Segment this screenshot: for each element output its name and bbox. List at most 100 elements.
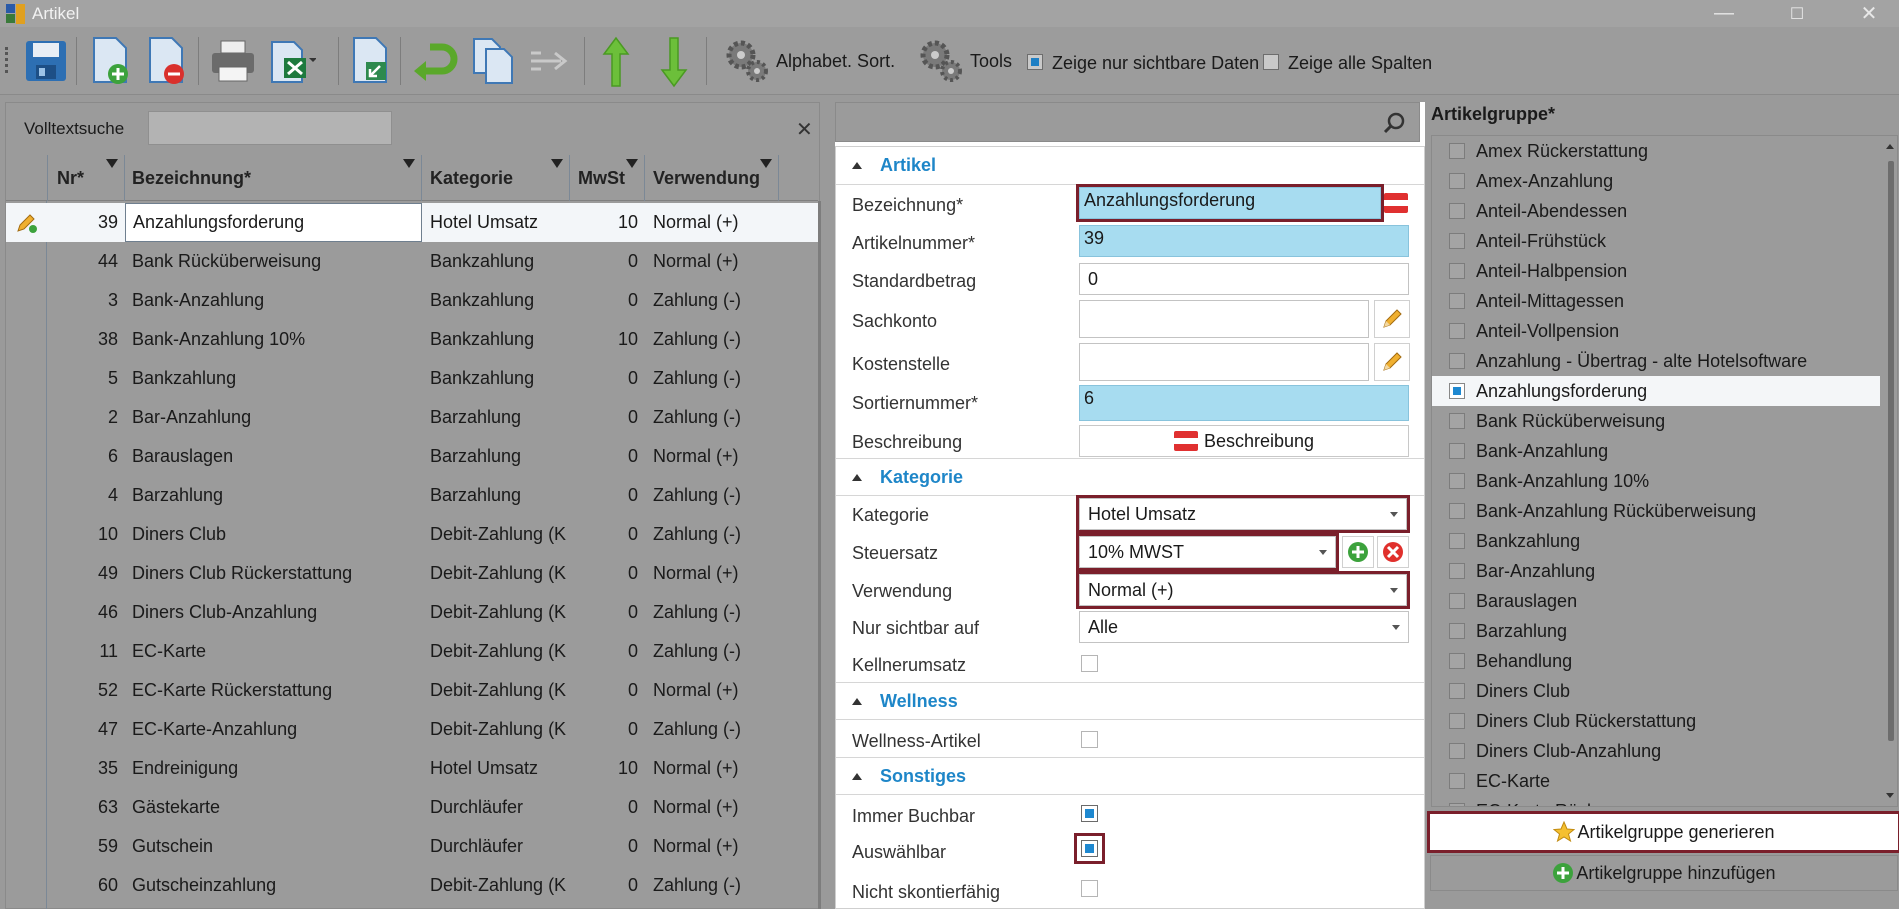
copy-icon[interactable]: [468, 35, 518, 87]
auswaehlbar-checkbox[interactable]: [1074, 833, 1105, 864]
table-row[interactable]: 52 EC-Karte Rückerstattung Debit-Zahlung (…: [6, 671, 818, 710]
close-search-icon[interactable]: ✕: [796, 117, 813, 142]
cell-verwendung[interactable]: Zahlung (-): [653, 515, 783, 554]
list-item[interactable]: Bank-Anzahlung: [1432, 436, 1880, 466]
cell-mwst[interactable]: 0: [570, 476, 638, 515]
column-header-verwendung[interactable]: Verwendung: [645, 155, 779, 201]
table-row[interactable]: 63 Gästekarte Durchläufer 0 Normal (+): [6, 788, 818, 827]
cell-kategorie[interactable]: Durchläufer: [430, 788, 568, 827]
list-item[interactable]: Amex Rückerstattung: [1432, 136, 1880, 166]
cell-nr[interactable]: 59: [48, 827, 118, 866]
cell-mwst[interactable]: 10: [570, 203, 638, 242]
list-item[interactable]: Bar-Anzahlung: [1432, 556, 1880, 586]
list-item[interactable]: Bank-Anzahlung 10%: [1432, 466, 1880, 496]
cell-nr[interactable]: 49: [48, 554, 118, 593]
sachkonto-field[interactable]: [1079, 300, 1369, 338]
alphabet-sort-label[interactable]: Alphabet. Sort.: [776, 51, 895, 72]
tools-gear-icon[interactable]: [916, 37, 966, 85]
cell-verwendung[interactable]: Zahlung (-): [653, 320, 783, 359]
cell-bezeichnung[interactable]: Bank Rücküberweisung: [125, 242, 422, 281]
table-row[interactable]: 60 Gutscheinzahlung Debit-Zahlung (K 0 Zahlu…: [6, 866, 818, 905]
cell-verwendung[interactable]: Zahlung (-): [653, 593, 783, 632]
cell-verwendung[interactable]: Normal (+): [653, 749, 783, 788]
immer-buchbar-checkbox[interactable]: [1081, 805, 1098, 822]
import-icon[interactable]: [346, 33, 392, 89]
cell-nr[interactable]: 46: [48, 593, 118, 632]
cell-bezeichnung[interactable]: Bar-Anzahlung: [125, 398, 422, 437]
item-checkbox[interactable]: [1449, 593, 1465, 609]
bezeichnung-field[interactable]: Anzahlungsforderung: [1076, 184, 1384, 222]
sortiernummer-field[interactable]: 6: [1079, 385, 1409, 421]
maximize-button[interactable]: ☐: [1777, 0, 1817, 27]
section-wellness[interactable]: Wellness: [836, 682, 1424, 720]
collapse-icon[interactable]: [852, 698, 862, 705]
table-row[interactable]: 46 Diners Club-Anzahlung Debit-Zahlung (K 0…: [6, 593, 818, 632]
add-group-button[interactable]: Artikelgruppe hinzufügen: [1430, 855, 1898, 891]
list-item[interactable]: Barzahlung: [1432, 616, 1880, 646]
cell-kategorie[interactable]: Bankzahlung: [430, 359, 568, 398]
list-item[interactable]: Anteil-Vollpension: [1432, 316, 1880, 346]
cell-verwendung[interactable]: Zahlung (-): [653, 866, 783, 905]
cell-nr[interactable]: 47: [48, 710, 118, 749]
verwendung-dropdown[interactable]: Normal (+): [1076, 571, 1410, 609]
collapse-icon[interactable]: [852, 474, 862, 481]
section-sonstiges[interactable]: Sonstiges: [836, 757, 1424, 795]
cell-bezeichnung[interactable]: Gästekarte: [125, 788, 422, 827]
generate-group-button[interactable]: Artikelgruppe generieren: [1427, 811, 1899, 853]
cell-bezeichnung[interactable]: Gutschein: [125, 827, 422, 866]
item-checkbox[interactable]: [1449, 533, 1465, 549]
cell-nr[interactable]: 6: [48, 437, 118, 476]
item-checkbox[interactable]: [1449, 203, 1465, 219]
list-item[interactable]: Anteil-Abendessen: [1432, 196, 1880, 226]
cell-bezeichnung[interactable]: Diners Club: [125, 515, 422, 554]
cell-bezeichnung[interactable]: Gutscheinzahlung: [125, 866, 422, 905]
fulltext-search-input[interactable]: [148, 111, 392, 145]
list-scrollbar-thumb[interactable]: [1888, 161, 1894, 741]
cell-bezeichnung[interactable]: Anzahlungsforderung: [125, 203, 422, 242]
beschreibung-button[interactable]: Beschreibung: [1079, 425, 1409, 457]
cell-kategorie[interactable]: Hotel Umsatz: [430, 749, 568, 788]
cell-mwst[interactable]: 0: [570, 359, 638, 398]
cell-bezeichnung[interactable]: Barauslagen: [125, 437, 422, 476]
nur-sichtbar-dropdown[interactable]: Alle: [1079, 611, 1409, 643]
cell-mwst[interactable]: 0: [570, 632, 638, 671]
item-checkbox[interactable]: [1449, 413, 1465, 429]
close-button[interactable]: ✕: [1849, 0, 1889, 27]
item-checkbox[interactable]: [1449, 743, 1465, 759]
table-row[interactable]: 49 Diners Club Rückerstattung Debit-Zahlun…: [6, 554, 818, 593]
cell-kategorie[interactable]: Debit-Zahlung (K: [430, 554, 568, 593]
cell-nr[interactable]: 2: [48, 398, 118, 437]
cell-kategorie[interactable]: Bankzahlung: [430, 281, 568, 320]
cell-verwendung[interactable]: Normal (+): [653, 242, 783, 281]
item-checkbox[interactable]: [1449, 623, 1465, 639]
list-item[interactable]: Bank Rücküberweisung: [1432, 406, 1880, 436]
cell-kategorie[interactable]: Debit-Zahlung (K: [430, 710, 568, 749]
property-search-input[interactable]: [835, 102, 1420, 142]
kostenstelle-field[interactable]: [1079, 343, 1369, 381]
table-row[interactable]: 44 Bank Rücküberweisung Bankzahlung 0 Normal…: [6, 242, 818, 281]
cell-bezeichnung[interactable]: Bank-Anzahlung 10%: [125, 320, 422, 359]
cell-mwst[interactable]: 0: [570, 398, 638, 437]
cell-kategorie[interactable]: Debit-Zahlung (K: [430, 632, 568, 671]
table-row[interactable]: 10 Diners Club Debit-Zahlung (K 0 Zahlung (-…: [6, 515, 818, 554]
kellnerumsatz-checkbox[interactable]: [1081, 655, 1098, 672]
filter-icon[interactable]: [551, 159, 563, 168]
cell-mwst[interactable]: 0: [570, 827, 638, 866]
cell-kategorie[interactable]: Durchläufer: [430, 827, 568, 866]
item-checkbox[interactable]: [1449, 143, 1465, 159]
table-row[interactable]: 38 Bank-Anzahlung 10% Bankzahlung 10 Zahlung…: [6, 320, 818, 359]
item-checkbox[interactable]: [1449, 353, 1465, 369]
item-checkbox[interactable]: [1449, 443, 1465, 459]
cell-mwst[interactable]: 0: [570, 437, 638, 476]
cell-mwst[interactable]: 10: [570, 749, 638, 788]
item-checkbox[interactable]: [1449, 293, 1465, 309]
cell-kategorie[interactable]: Debit-Zahlung (K: [430, 593, 568, 632]
list-item[interactable]: EC-Karte: [1432, 766, 1880, 796]
table-row[interactable]: 6 Barauslagen Barzahlung 0 Normal (+): [6, 437, 818, 476]
column-header-bezeichnung[interactable]: Bezeichnung*: [125, 155, 422, 201]
cell-bezeichnung[interactable]: Bankzahlung: [125, 359, 422, 398]
cell-bezeichnung[interactable]: EC-Karte Rückerstattung: [125, 671, 422, 710]
cell-verwendung[interactable]: Normal (+): [653, 788, 783, 827]
list-item[interactable]: Diners Club: [1432, 676, 1880, 706]
remove-tax-icon[interactable]: [1377, 536, 1409, 568]
